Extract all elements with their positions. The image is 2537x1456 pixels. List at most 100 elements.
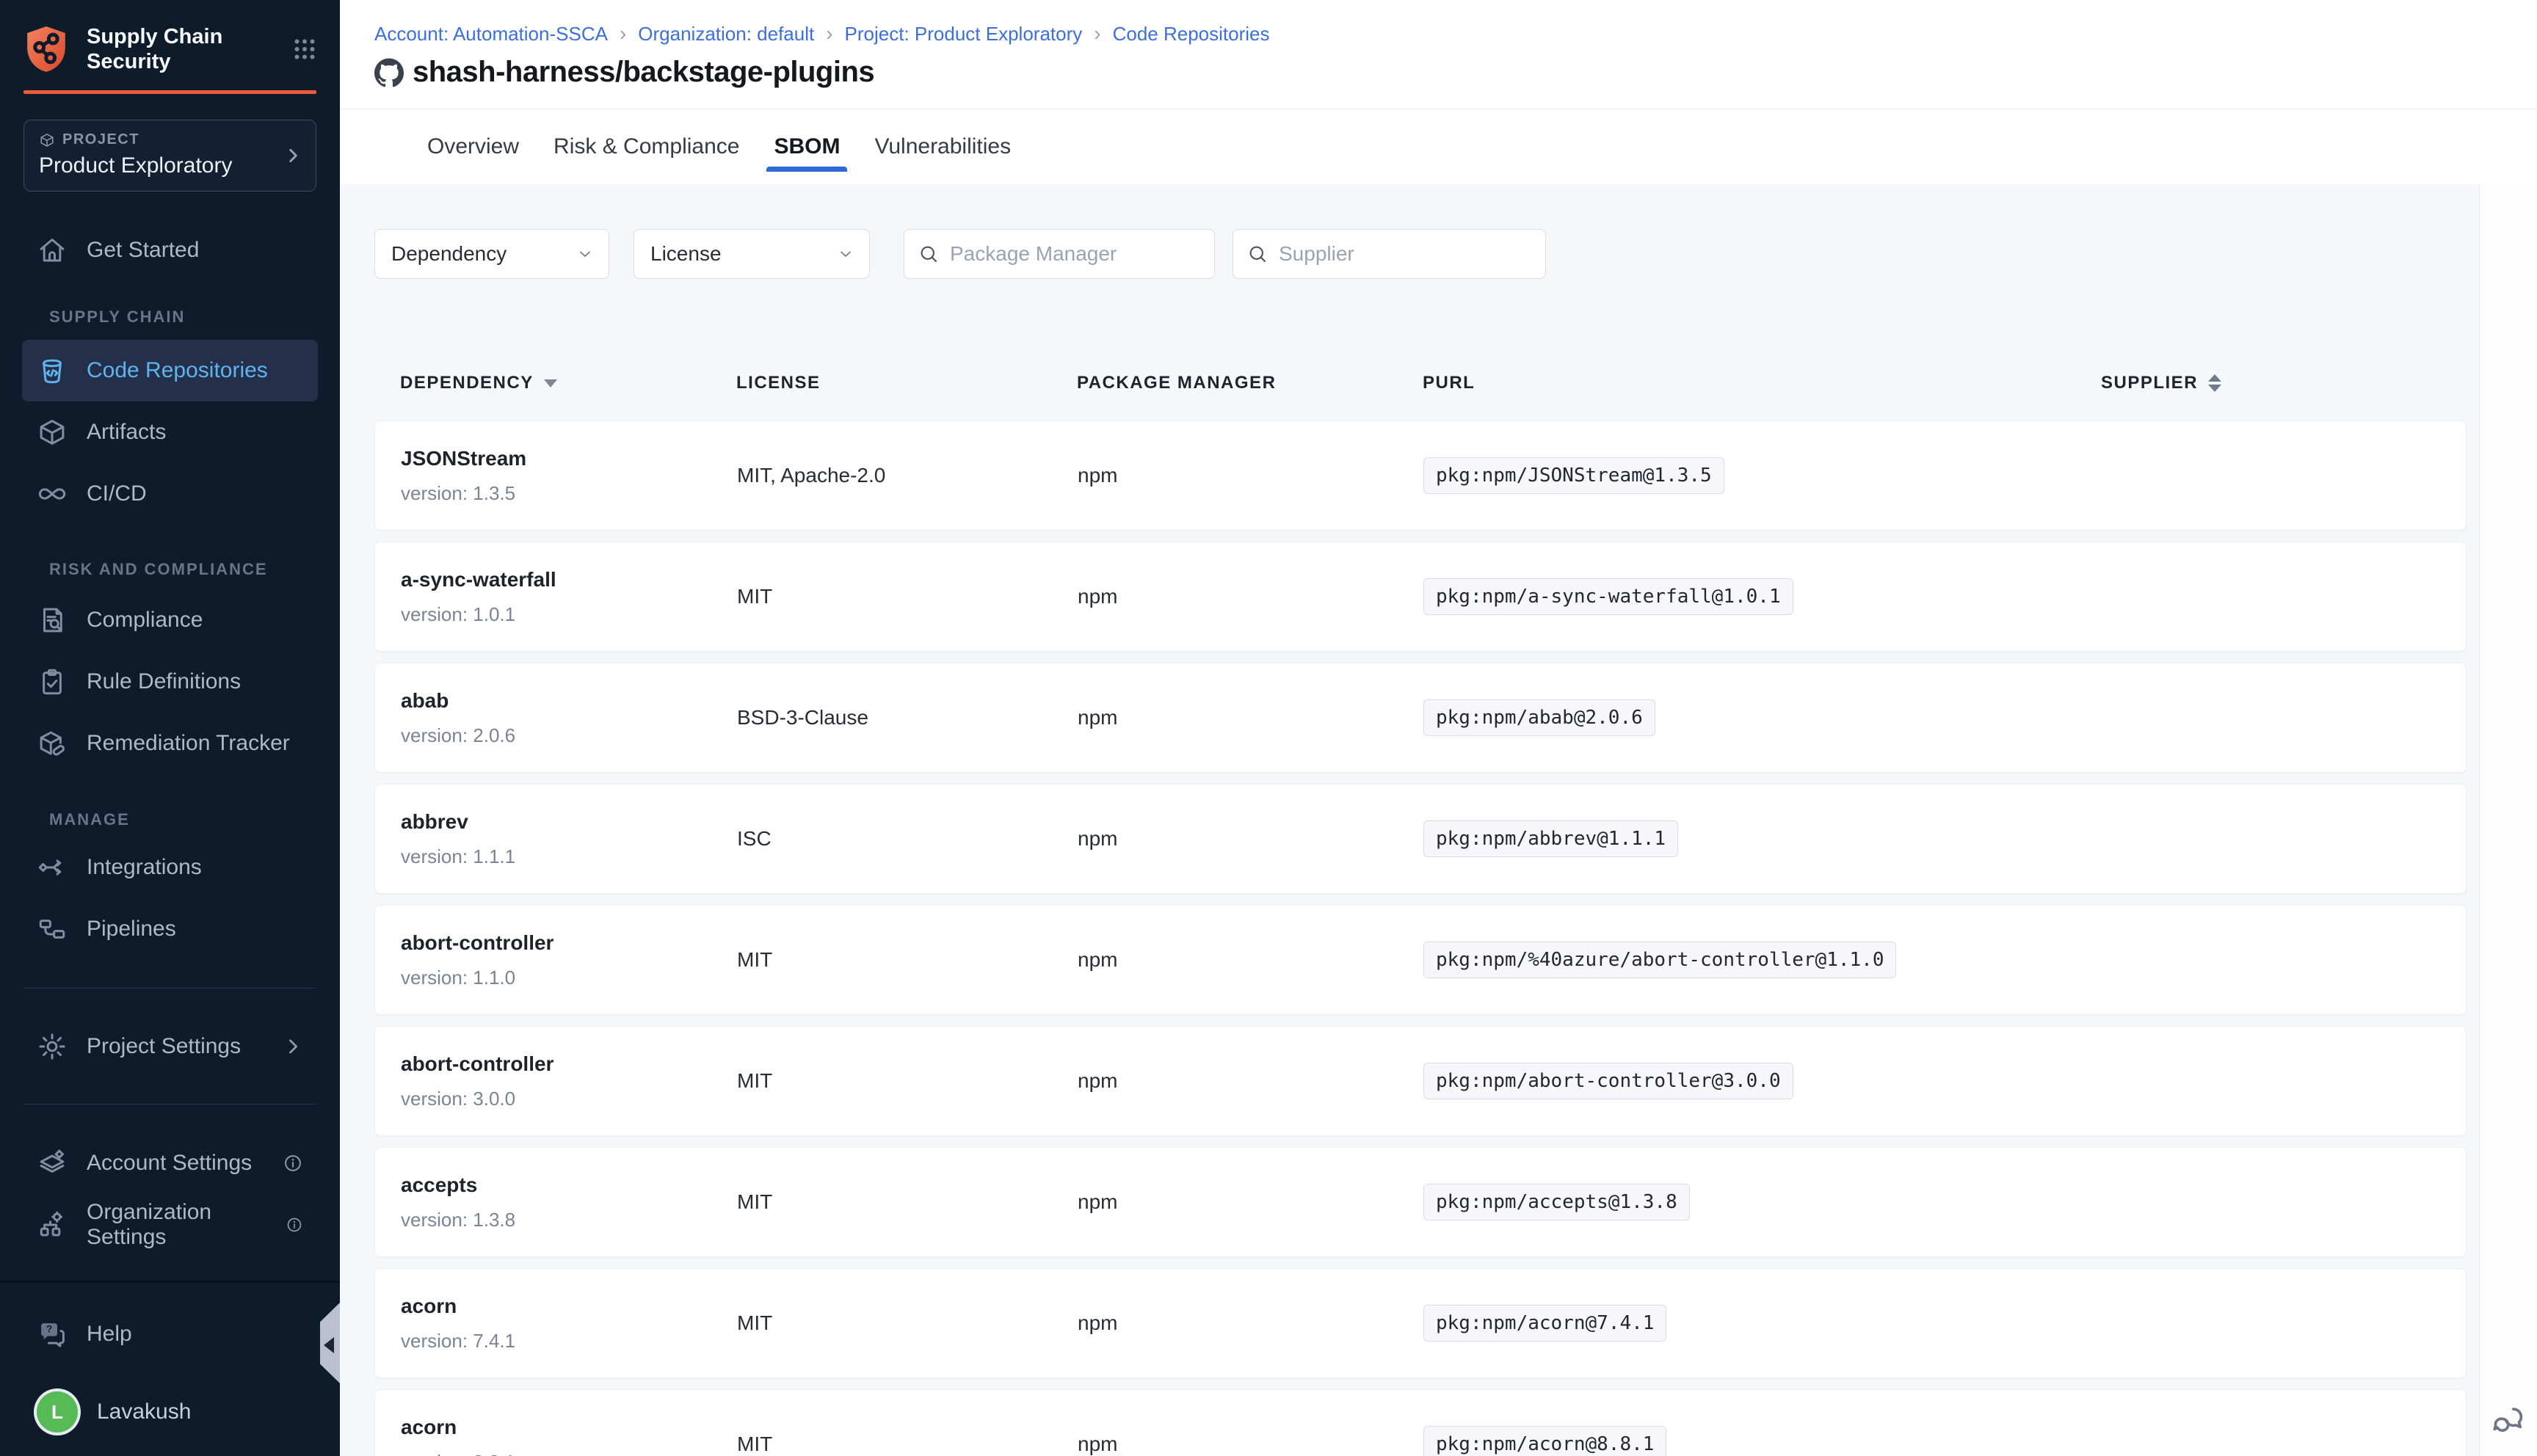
cell-purl: pkg:npm/%40azure/abort-controller@1.1.0 [1423,942,2102,978]
license-filter-label: License [650,242,722,266]
cell-purl: pkg:npm/acorn@8.8.1 [1423,1426,2102,1456]
user-menu[interactable]: L Lavakush [22,1381,318,1443]
sidebar-item-artifacts[interactable]: Artifacts [22,401,318,463]
table-row[interactable]: abab version: 2.0.6 BSD-3-Clause npm pkg… [374,663,2467,773]
table-row[interactable]: abort-controller version: 3.0.0 MIT npm … [374,1026,2467,1136]
dependency-filter-label: Dependency [391,242,507,266]
sidebar-item-pipelines[interactable]: Pipelines [22,898,318,960]
breadcrumb-separator: › [826,22,832,46]
sidebar-item-account-settings[interactable]: Account Settings [22,1132,318,1194]
cell-license: MIT [737,1433,1078,1456]
sbom-content: Dependency License [340,184,2537,1456]
sidebar-item-label: Remediation Tracker [87,731,290,756]
cell-package-manager: npm [1078,948,1423,972]
sidebar-item-get-started[interactable]: Get Started [22,219,318,281]
cell-purl: pkg:npm/abab@2.0.6 [1423,699,2102,736]
cell-purl: pkg:npm/JSONStream@1.3.5 [1423,457,2102,494]
breadcrumb-separator: › [620,22,626,46]
chat-bubbles-icon[interactable] [2491,1403,2525,1437]
table-row[interactable]: a-sync-waterfall version: 1.0.1 MIT npm … [374,542,2467,652]
gear-icon [37,1031,68,1062]
table-row[interactable]: abort-controller version: 1.1.0 MIT npm … [374,905,2467,1015]
sidebar-item-integrations[interactable]: Integrations [22,837,318,898]
sidebar-item-label: Artifacts [87,420,166,445]
sidebar-item-rule-definitions[interactable]: Rule Definitions [22,651,318,713]
filter-bar: Dependency License [374,229,2537,279]
breadcrumb-code-repositories[interactable]: Code Repositories [1113,23,1270,46]
license-filter-dropdown[interactable]: License [634,229,870,279]
help-chat-icon: ? [37,1319,68,1350]
tab-overview[interactable]: Overview [427,132,519,161]
sidebar-item-project-settings[interactable]: Project Settings [22,1016,318,1077]
app-switcher-grid-icon[interactable] [291,36,318,62]
table-row[interactable]: acorn version: 7.4.1 MIT npm pkg:npm/aco… [374,1268,2467,1378]
sidebar-bottom: ? Help L Lavakush [0,1281,340,1456]
sidebar-item-code-repositories[interactable]: Code Repositories [22,340,318,401]
table-body: JSONStream version: 1.3.5 MIT, Apache-2.… [374,421,2537,1456]
purl-chip: pkg:npm/JSONStream@1.3.5 [1423,457,1724,494]
sidebar: Supply Chain Security PROJECT Product Ex… [0,0,340,1456]
breadcrumb-account[interactable]: Account: Automation-SSCA [374,23,608,46]
sidebar-item-cicd[interactable]: CI/CD [22,463,318,525]
sidebar-item-label: Compliance [87,608,203,633]
cell-license: MIT [737,1190,1078,1214]
cell-purl: pkg:npm/abbrev@1.1.1 [1423,820,2102,857]
cell-license: BSD-3-Clause [737,706,1078,729]
shield-logo-icon [23,24,69,74]
home-icon [37,235,68,266]
tab-bar: Overview Risk & Compliance SBOM Vulnerab… [340,109,2537,184]
cube-icon [37,417,68,448]
document-search-icon [37,605,68,636]
sidebar-item-remediation-tracker[interactable]: Remediation Tracker [22,713,318,774]
tab-sbom[interactable]: SBOM [774,132,840,161]
purl-chip: pkg:npm/abort-controller@3.0.0 [1423,1063,1793,1099]
sidebar-item-compliance[interactable]: Compliance [22,589,318,651]
info-icon[interactable] [286,1215,303,1235]
app-logo-row: Supply Chain Security [23,24,318,74]
info-icon[interactable] [283,1153,303,1173]
layers-gear-icon [37,1148,68,1179]
sidebar-item-help[interactable]: ? Help [22,1303,318,1365]
column-header-supplier[interactable]: SUPPLIER [2101,373,2467,393]
dependency-filter-dropdown[interactable]: Dependency [374,229,609,279]
cell-package-manager: npm [1078,1311,1423,1335]
search-icon [1246,243,1268,265]
section-supply-chain: SUPPLY CHAIN [49,309,340,325]
table-row[interactable]: acorn version: 8.8.1 MIT npm pkg:npm/aco… [374,1389,2467,1456]
sidebar-item-organization-settings[interactable]: Organization Settings [22,1194,318,1256]
cell-license: ISC [737,827,1078,851]
chevron-down-icon [837,245,854,263]
column-header-license: LICENSE [736,373,1077,393]
breadcrumb-organization[interactable]: Organization: default [638,23,814,46]
supplier-input[interactable] [1279,242,1532,266]
right-utility-strip [2479,184,2537,1456]
tab-risk-compliance[interactable]: Risk & Compliance [554,132,739,161]
table-row[interactable]: JSONStream version: 1.3.5 MIT, Apache-2.… [374,421,2467,531]
cell-license: MIT, Apache-2.0 [737,464,1078,487]
column-header-package-manager: PACKAGE MANAGER [1077,373,1423,393]
pipelines-icon [37,914,68,944]
cell-purl: pkg:npm/acorn@7.4.1 [1423,1305,2102,1342]
table-row[interactable]: abbrev version: 1.1.1 ISC npm pkg:npm/ab… [374,784,2467,894]
section-manage: MANAGE [49,812,340,828]
cell-package-manager: npm [1078,1190,1423,1214]
sort-icon [2208,374,2221,392]
cell-dependency: abbrev version: 1.1.1 [401,810,737,868]
chevron-down-icon [576,245,594,263]
breadcrumb-project[interactable]: Project: Product Exploratory [845,23,1083,46]
project-selector[interactable]: PROJECT Product Exploratory [23,120,316,192]
cell-purl: pkg:npm/abort-controller@3.0.0 [1423,1063,2102,1099]
cell-dependency: abort-controller version: 3.0.0 [401,1052,737,1110]
page-header: Account: Automation-SSCA › Organization:… [340,0,2537,89]
chevron-right-icon [283,1036,303,1057]
sidebar-item-label: Organization Settings [87,1200,266,1250]
cell-dependency: abab version: 2.0.6 [401,689,737,747]
cell-license: MIT [737,585,1078,608]
table-row[interactable]: accepts version: 1.3.8 MIT npm pkg:npm/a… [374,1147,2467,1257]
cell-package-manager: npm [1078,1069,1423,1093]
column-header-dependency[interactable]: DEPENDENCY [400,373,736,393]
app-title: Supply Chain Security [87,24,222,74]
tab-vulnerabilities[interactable]: Vulnerabilities [874,132,1011,161]
svg-text:?: ? [46,1323,53,1335]
package-manager-input[interactable] [950,242,1201,266]
